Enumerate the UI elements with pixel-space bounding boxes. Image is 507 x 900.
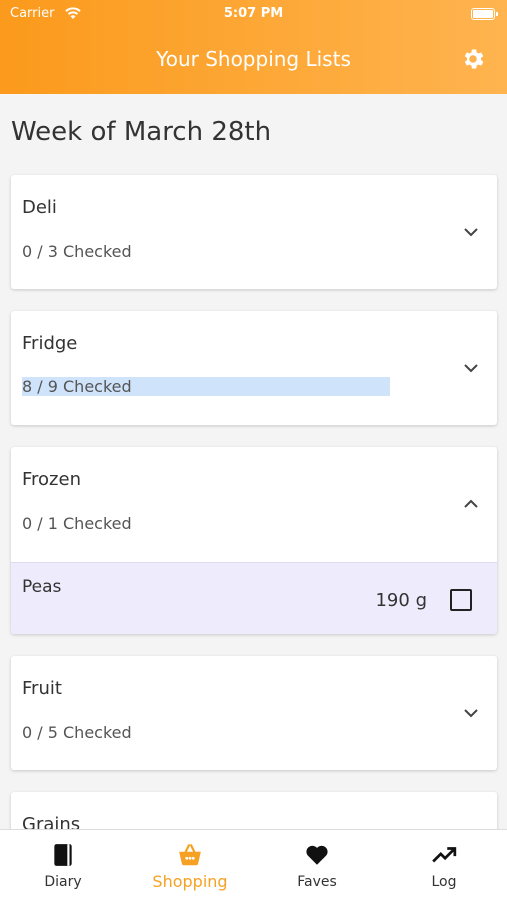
tab-label: Diary	[44, 874, 82, 890]
list-card-deli[interactable]: Deli 0 / 3 Checked	[11, 175, 497, 289]
tab-log[interactable]: Log	[381, 830, 507, 900]
list-item: Peas 190 g	[11, 562, 497, 634]
basket-icon	[179, 844, 201, 866]
tab-label: Faves	[297, 874, 337, 890]
list-count: 0 / 3 Checked	[22, 242, 132, 261]
trend-icon	[432, 847, 457, 863]
status-bar: Carrier 5:07 PM	[10, 6, 498, 24]
app-header: Carrier 5:07 PM Your Shopping Lists	[0, 0, 507, 94]
tab-label: Log	[431, 874, 457, 890]
list-name: Fridge	[22, 333, 78, 354]
chevron-down-icon[interactable]	[463, 227, 479, 237]
chevron-up-icon[interactable]	[463, 499, 479, 509]
tab-faves[interactable]: Faves	[254, 830, 380, 900]
list-card-fridge[interactable]: Fridge 8 / 9 Checked	[11, 311, 497, 425]
list-name: Deli	[22, 197, 57, 218]
item-name: Peas	[22, 577, 62, 597]
tab-shopping[interactable]: Shopping	[127, 830, 253, 900]
heart-icon	[306, 845, 328, 865]
tab-diary[interactable]: Diary	[0, 830, 126, 900]
list-card-frozen[interactable]: Frozen 0 / 1 Checked Peas 190 g	[11, 447, 497, 634]
diary-icon	[54, 844, 72, 866]
list-card-fruit[interactable]: Fruit 0 / 5 Checked	[11, 656, 497, 770]
gear-icon[interactable]	[460, 46, 486, 72]
list-count: 0 / 5 Checked	[22, 723, 132, 742]
list-count: 0 / 1 Checked	[22, 514, 132, 533]
tab-label: Shopping	[152, 872, 228, 891]
battery-icon	[471, 8, 498, 20]
item-checkbox[interactable]	[450, 589, 472, 611]
chevron-down-icon[interactable]	[463, 708, 479, 718]
tab-bar: Diary Shopping Faves Log	[0, 829, 507, 900]
week-heading: Week of March 28th	[11, 117, 272, 147]
list-name: Fruit	[22, 678, 62, 699]
chevron-down-icon[interactable]	[463, 363, 479, 373]
list-name: Frozen	[22, 469, 81, 490]
status-time: 5:07 PM	[223, 6, 284, 21]
item-quantity: 190 g	[375, 590, 427, 611]
page-title: Your Shopping Lists	[156, 47, 351, 71]
list-count: 8 / 9 Checked	[22, 377, 390, 396]
